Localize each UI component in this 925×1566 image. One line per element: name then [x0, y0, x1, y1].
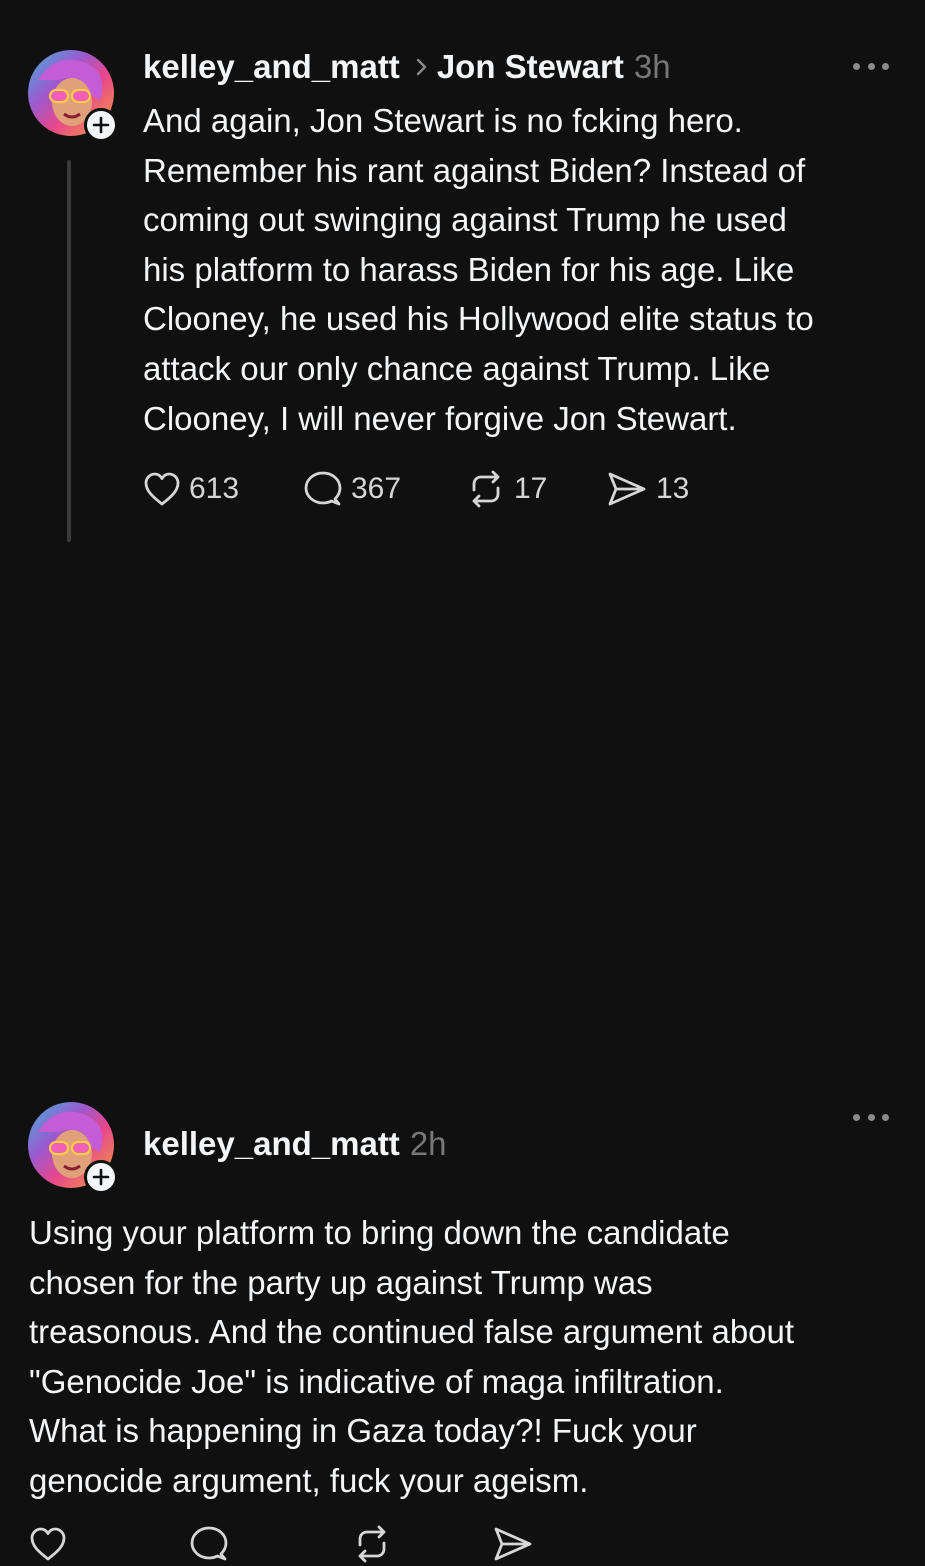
repost-arrows-icon [358, 1525, 386, 1563]
plus-icon [92, 1168, 110, 1186]
post-header: kelley_and_matt Jon Stewart 3h [143, 47, 671, 87]
like-button[interactable]: 613 [143, 467, 303, 511]
thread-post: kelley_and_matt 2h Using your platform t… [0, 540, 925, 1563]
post-header: kelley_and_matt 2h [143, 1124, 447, 1164]
author-username[interactable]: kelley_and_matt [143, 1124, 400, 1164]
more-dots-icon[interactable] [853, 58, 889, 74]
share-button[interactable]: 13 [606, 467, 726, 511]
avatar[interactable] [28, 1102, 118, 1194]
post-text: Using your platform to bring down the ca… [29, 1214, 795, 1499]
heart-icon [144, 472, 180, 506]
action-bar [29, 1522, 612, 1566]
reply-count: 367 [351, 472, 402, 505]
avatar[interactable] [28, 50, 118, 142]
heart-icon [30, 1527, 66, 1561]
author-username[interactable]: kelley_and_matt [143, 47, 400, 87]
thread-post: kelley_and_matt Jon Stewart 3h And again… [0, 0, 925, 542]
repost-arrows-icon [472, 470, 500, 508]
reply-to-username[interactable]: Jon Stewart [437, 47, 624, 87]
reply-button[interactable] [189, 1522, 352, 1566]
share-button[interactable] [492, 1522, 612, 1566]
send-icon [494, 1527, 532, 1561]
post-text: And again, Jon Stewart is no fcking hero… [143, 102, 814, 437]
follow-button[interactable] [84, 108, 118, 142]
like-button[interactable] [29, 1522, 189, 1566]
speech-bubble-icon [304, 471, 342, 506]
follow-button[interactable] [84, 1160, 118, 1194]
plus-icon [92, 116, 110, 134]
speech-bubble-icon [190, 1526, 228, 1561]
repost-button[interactable] [352, 1522, 492, 1566]
repost-button[interactable]: 17 [466, 467, 606, 511]
chevron-right-icon [416, 57, 428, 77]
repost-count: 17 [514, 472, 548, 505]
like-count: 613 [189, 472, 240, 505]
share-count: 13 [656, 472, 690, 505]
action-bar: 613 367 17 13 [143, 467, 726, 511]
timestamp: 2h [409, 1125, 447, 1162]
thread-line [67, 160, 71, 542]
timestamp: 3h [633, 48, 671, 85]
send-icon [608, 472, 646, 506]
reply-button[interactable]: 367 [303, 467, 466, 511]
more-dots-icon[interactable] [853, 1109, 889, 1125]
